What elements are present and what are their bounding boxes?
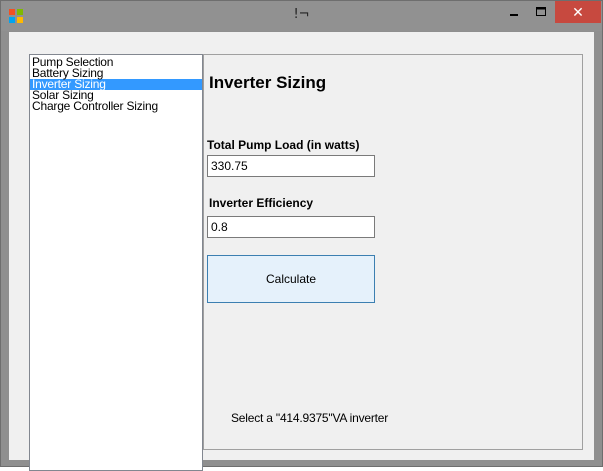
minimize-button[interactable] xyxy=(501,1,527,23)
close-button[interactable]: ✕ xyxy=(555,1,601,23)
inverter-sizing-panel xyxy=(203,54,583,450)
maximize-icon xyxy=(536,7,546,16)
title-bar[interactable]: !¬ ✕ xyxy=(1,1,602,31)
calculate-button[interactable]: Calculate xyxy=(207,255,375,303)
inverter-efficiency-input[interactable] xyxy=(207,216,375,238)
total-pump-load-label: Total Pump Load (in watts) xyxy=(207,138,360,152)
inverter-efficiency-label: Inverter Efficiency xyxy=(209,196,314,210)
minimize-icon xyxy=(510,14,518,16)
total-pump-load-input[interactable] xyxy=(207,155,375,177)
close-icon: ✕ xyxy=(572,3,584,20)
page-title: Inverter Sizing xyxy=(209,73,327,92)
maximize-button[interactable] xyxy=(528,1,554,23)
navigation-listbox[interactable]: Pump Selection Battery Sizing Inverter S… xyxy=(29,54,203,471)
result-text: Select a "414.9375"VA inverter xyxy=(231,411,389,425)
app-window: !¬ ✕ Pump Selection Battery Sizing Inver… xyxy=(0,0,603,471)
list-item-charge-controller-sizing[interactable]: Charge Controller Sizing xyxy=(30,100,202,112)
